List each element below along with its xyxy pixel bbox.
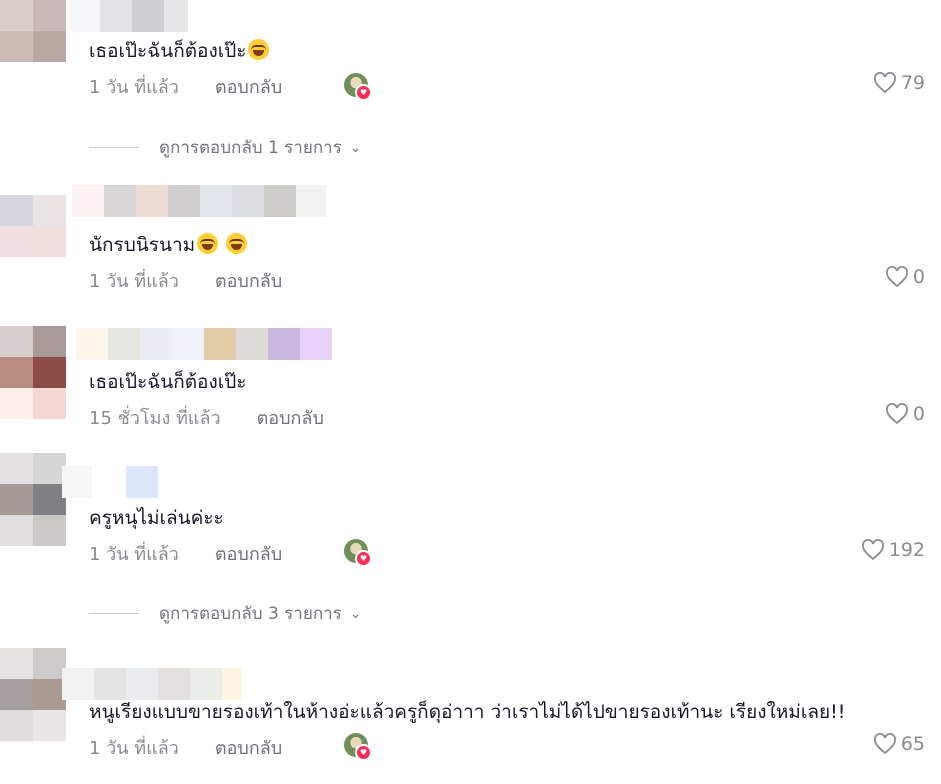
username-blurred[interactable] <box>62 668 242 700</box>
avatar[interactable] <box>0 453 66 546</box>
heart-badge-icon: ♥ <box>355 550 372 567</box>
avatar[interactable] <box>0 195 66 257</box>
laughing-emoji-icon <box>226 233 248 254</box>
username-blurred[interactable] <box>72 185 326 217</box>
comment-text: เธอเป๊ะฉันก็ต้องเป๊ะ <box>89 38 270 64</box>
avatar[interactable] <box>0 326 66 419</box>
divider-line <box>89 147 139 148</box>
username-blurred[interactable] <box>76 328 332 360</box>
view-replies-button[interactable]: ดูการตอบกลับ 3 รายการ ⌄ <box>89 600 362 627</box>
reply-button[interactable]: ตอบกลับ <box>215 539 282 568</box>
divider-line <box>89 613 139 614</box>
comment-text: นักรบนิรนาม <box>89 232 248 258</box>
heart-outline-icon <box>873 72 896 94</box>
comment-time: 1 วัน ที่แล้ว <box>89 77 179 98</box>
heart-outline-icon <box>885 403 908 425</box>
comment-meta: 1 วัน ที่แล้ว ตอบกลับ <box>89 266 282 295</box>
view-replies-label: ดูการตอบกลับ 1 รายการ <box>159 138 342 158</box>
like-count: 192 <box>888 539 925 561</box>
comment-meta: 1 วัน ที่แล้ว ตอบกลับ <box>89 539 282 568</box>
comment-time: 15 ชั่วโมง ที่แล้ว <box>89 408 221 429</box>
creator-liked-avatar: ♥ <box>344 733 372 761</box>
chevron-down-icon: ⌄ <box>349 139 362 156</box>
reply-button[interactable]: ตอบกลับ <box>257 403 324 432</box>
view-replies-label: ดูการตอบกลับ 3 รายการ <box>159 604 342 624</box>
like-count: 65 <box>900 733 925 755</box>
avatar[interactable] <box>0 0 66 62</box>
comment-text: เธอเป๊ะฉันก็ต้องเป๊ะ <box>89 371 247 393</box>
reply-button[interactable]: ตอบกลับ <box>215 72 282 101</box>
like-button[interactable]: 79 <box>873 72 925 94</box>
comment-meta: 1 วัน ที่แล้ว ตอบกลับ <box>89 72 282 101</box>
chevron-down-icon: ⌄ <box>349 605 362 622</box>
heart-outline-icon <box>873 733 896 755</box>
username-blurred[interactable] <box>62 466 158 498</box>
comment-text: หนูเรียงแบบขายรองเท้าในห้างอ่ะแล้วครูก็ด… <box>89 701 846 723</box>
like-button[interactable]: 65 <box>873 733 925 755</box>
reply-button[interactable]: ตอบกลับ <box>215 266 282 295</box>
laughing-emoji-icon <box>197 233 219 254</box>
heart-outline-icon <box>885 266 908 288</box>
comment-time: 1 วัน ที่แล้ว <box>89 738 179 759</box>
like-button[interactable]: 0 <box>885 266 925 288</box>
reply-button[interactable]: ตอบกลับ <box>215 733 282 762</box>
heart-badge-icon: ♥ <box>355 744 372 761</box>
heart-badge-icon: ♥ <box>355 84 372 101</box>
creator-liked-avatar: ♥ <box>344 539 372 567</box>
comment-meta: 1 วัน ที่แล้ว ตอบกลับ <box>89 733 282 762</box>
comment-time: 1 วัน ที่แล้ว <box>89 271 179 292</box>
like-count: 0 <box>912 403 925 425</box>
username-blurred[interactable] <box>70 0 188 32</box>
view-replies-button[interactable]: ดูการตอบกลับ 1 รายการ ⌄ <box>89 134 362 161</box>
comment-meta: 15 ชั่วโมง ที่แล้ว ตอบกลับ <box>89 403 324 432</box>
laughing-emoji-icon <box>248 39 270 60</box>
creator-liked-avatar: ♥ <box>344 73 372 101</box>
like-button[interactable]: 0 <box>885 403 925 425</box>
like-count: 0 <box>912 266 925 288</box>
comment-text: ครูหนุไม่เล่นค่ะะ <box>89 507 224 529</box>
comment-time: 1 วัน ที่แล้ว <box>89 544 179 565</box>
heart-outline-icon <box>861 539 884 561</box>
like-count: 79 <box>900 72 925 94</box>
like-button[interactable]: 192 <box>861 539 925 561</box>
avatar[interactable] <box>0 648 66 741</box>
